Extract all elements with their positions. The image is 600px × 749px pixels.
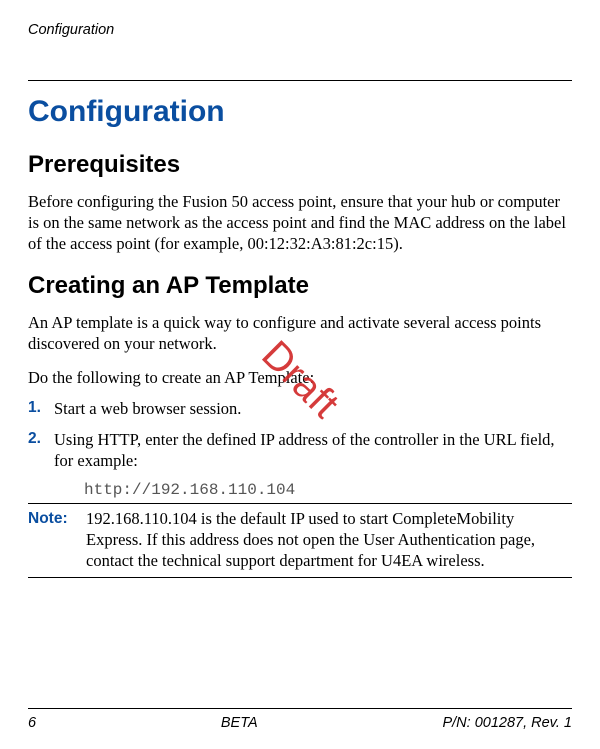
prerequisites-text: Before configuring the Fusion 50 access … <box>28 191 572 254</box>
note-bottom-rule <box>28 577 572 578</box>
step-number: 2. <box>28 429 41 449</box>
note-body: 192.168.110.104 is the default IP used t… <box>86 508 572 571</box>
footer: 6 BETA P/N: 001287, Rev. 1 <box>28 708 572 731</box>
note-top-rule <box>28 503 572 504</box>
step-text: Using HTTP, enter the defined IP address… <box>54 430 555 470</box>
page-title: Configuration <box>28 95 572 129</box>
part-number: P/N: 001287, Rev. 1 <box>442 715 572 731</box>
step-text: Start a web browser session. <box>54 399 241 418</box>
section-heading-prerequisites: Prerequisites <box>28 151 572 179</box>
footer-center: BETA <box>221 715 258 731</box>
code-example: http://192.168.110.104 <box>28 481 572 499</box>
note-label: Note: <box>28 508 86 529</box>
section-heading-creating-ap-template: Creating an AP Template <box>28 272 572 300</box>
list-item: 2. Using HTTP, enter the defined IP addr… <box>28 429 572 471</box>
list-item: 1. Start a web browser session. <box>28 398 572 419</box>
note-block: Note: 192.168.110.104 is the default IP … <box>28 508 572 571</box>
steps-list: 1. Start a web browser session. 2. Using… <box>28 398 572 471</box>
ap-template-intro-1: An AP template is a quick way to configu… <box>28 312 572 354</box>
footer-rule <box>28 708 572 709</box>
step-number: 1. <box>28 398 41 418</box>
top-rule <box>28 80 572 81</box>
ap-template-intro-2: Do the following to create an AP Templat… <box>28 367 572 388</box>
running-header: Configuration <box>28 22 572 38</box>
page-number: 6 <box>28 715 36 731</box>
